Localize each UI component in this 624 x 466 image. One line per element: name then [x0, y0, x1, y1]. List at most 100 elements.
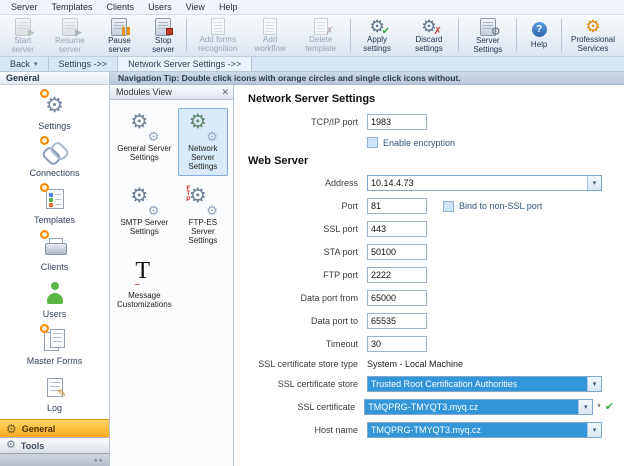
- address-combobox[interactable]: 10.14.4.73 ▾: [367, 175, 602, 191]
- sidebar-footer-general[interactable]: ⚙ General: [0, 419, 109, 437]
- address-field: Address 10.14.4.73 ▾: [248, 175, 614, 191]
- chevron-down-icon[interactable]: ▾: [587, 377, 601, 391]
- sidebar-item-users[interactable]: Users: [0, 275, 109, 322]
- navigation-tip-text: Navigation Tip: Double click icons with …: [118, 73, 461, 83]
- menu-server[interactable]: Server: [4, 1, 45, 13]
- sidebar-item-settings[interactable]: ⚙ Settings: [0, 87, 109, 134]
- red-underline-icon: ~: [134, 281, 140, 291]
- toolbar-button-label: Stop server: [146, 37, 181, 55]
- sidebar-item-label: Users: [43, 309, 67, 319]
- data-port-to-input[interactable]: [367, 313, 427, 329]
- gears-icon: [127, 112, 161, 142]
- module-item-label: Network Server Settings: [180, 144, 226, 172]
- ssl-cert-store-combobox[interactable]: Trusted Root Certification Authorities ▾: [367, 376, 602, 392]
- toolbar-button-label: Server Settings: [464, 37, 511, 55]
- page-title: Network Server Settings: [248, 93, 614, 105]
- close-icon[interactable]: ✕: [221, 88, 229, 97]
- back-button[interactable]: Back ▾: [0, 57, 49, 71]
- menu-templates[interactable]: Templates: [45, 1, 100, 13]
- timeout-input[interactable]: [367, 336, 427, 352]
- ftp-port-field: FTP port: [248, 267, 614, 283]
- tcp-port-input[interactable]: [367, 114, 427, 130]
- ssl-certificate-combobox[interactable]: TMQPRG-TMYQT3.myq.cz ▾: [364, 399, 593, 415]
- menu-users[interactable]: Users: [141, 1, 179, 13]
- port-label: Port: [248, 201, 358, 211]
- ftp-port-input[interactable]: [367, 267, 427, 283]
- list-document-icon: [39, 185, 71, 213]
- back-button-label: Back: [10, 59, 30, 69]
- ssl-store-type-value: System - Local Machine: [367, 359, 463, 369]
- add-forms-recognition-icon: [206, 18, 230, 35]
- menu-help[interactable]: Help: [212, 1, 245, 13]
- ssl-certificate-value: TMQPRG-TMYQT3.myq.cz: [365, 400, 578, 414]
- address-value: 10.14.4.73: [368, 176, 587, 190]
- server-settings-button[interactable]: ⚙ Server Settings: [461, 16, 514, 55]
- sidebar-item-templates[interactable]: Templates: [0, 181, 109, 228]
- toolbar-separator: [350, 19, 351, 52]
- add-workflow-icon: [258, 18, 282, 35]
- sidebar-item-clients[interactable]: Clients: [0, 228, 109, 275]
- bind-non-ssl-checkbox[interactable]: [443, 201, 454, 212]
- sidebar-header: General: [0, 72, 110, 85]
- resume-server-icon: ▶: [58, 18, 82, 36]
- chevron-down-icon[interactable]: ▾: [587, 423, 601, 437]
- toolbar-button-label: Delete template: [297, 36, 345, 54]
- settings-form: Network Server Settings TCP/IP port Enab…: [234, 85, 624, 466]
- pause-server-button[interactable]: Pause server: [96, 16, 143, 55]
- menu-clients[interactable]: Clients: [100, 1, 142, 13]
- ftp-gears-icon: FTP: [186, 186, 220, 216]
- breadcrumb: Back ▾ Settings ->> Network Server Setti…: [0, 57, 624, 72]
- ftp-port-label: FTP port: [248, 270, 358, 280]
- delete-template-button: ✗ Delete template: [294, 16, 348, 55]
- module-general-server-settings[interactable]: General Server Settings: [115, 108, 174, 176]
- sta-port-input[interactable]: [367, 244, 427, 260]
- enable-encryption-checkbox[interactable]: [367, 137, 378, 148]
- discard-settings-button[interactable]: ⚙✗ Discard settings: [401, 16, 456, 55]
- module-item-label: FTP-ES Server Settings: [180, 218, 226, 246]
- timeout-label: Timeout: [248, 339, 358, 349]
- menu-bar: Server Templates Clients Users View Help: [0, 0, 624, 15]
- menu-view[interactable]: View: [179, 1, 212, 13]
- host-name-label: Host name: [248, 425, 358, 435]
- orange-circle-badge: [40, 324, 49, 333]
- tip-row: General Navigation Tip: Double click ico…: [0, 72, 624, 85]
- delete-template-icon: ✗: [309, 18, 333, 35]
- sidebar-collapse-strip[interactable]: ••: [0, 453, 109, 466]
- breadcrumb-settings[interactable]: Settings ->>: [49, 57, 119, 71]
- sta-port-label: STA port: [248, 247, 358, 257]
- host-name-combobox[interactable]: TMQPRG-TMYQT3.myq.cz ▾: [367, 422, 602, 438]
- ssl-certificate-label: SSL certificate: [248, 402, 355, 412]
- modules-panel-header: Modules View ✕: [110, 85, 233, 100]
- person-icon: [39, 279, 71, 307]
- stop-server-button[interactable]: Stop server: [143, 16, 184, 55]
- port-input[interactable]: [367, 198, 427, 214]
- chevron-down-icon[interactable]: ▾: [578, 400, 592, 414]
- sidebar-item-connections[interactable]: Connections: [0, 134, 109, 181]
- toolbar-button-label: Add workflow: [250, 36, 291, 54]
- data-port-to-label: Data port to: [248, 316, 358, 326]
- ssl-port-input[interactable]: [367, 221, 427, 237]
- letter-t-icon: T~: [127, 259, 161, 289]
- data-port-from-input[interactable]: [367, 290, 427, 306]
- breadcrumb-current[interactable]: Network Server Settings ->>: [118, 57, 252, 71]
- sidebar-footer-tools-label: Tools: [21, 441, 44, 451]
- module-smtp-server-settings[interactable]: SMTP Server Settings: [115, 182, 174, 250]
- ssl-certificate-field: SSL certificate TMQPRG-TMYQT3.myq.cz ▾ *…: [248, 399, 614, 415]
- module-ftp-es-server-settings[interactable]: FTP FTP-ES Server Settings: [178, 182, 228, 250]
- tcp-port-label: TCP/IP port: [248, 117, 358, 127]
- sidebar-item-master-forms[interactable]: Master Forms: [0, 322, 109, 369]
- pencil-icon: ✎: [57, 387, 66, 400]
- sidebar-footer-tools[interactable]: ⚙ Tools: [0, 437, 109, 453]
- toolbar-button-label: Add forms recognition: [192, 36, 244, 54]
- ssl-cert-store-label: SSL certificate store: [248, 379, 358, 389]
- apply-settings-button[interactable]: ⚙✔ Apply settings: [353, 16, 402, 55]
- sidebar-item-log[interactable]: ✎ Log: [0, 369, 109, 416]
- help-button[interactable]: ? Help: [519, 16, 559, 55]
- module-network-server-settings[interactable]: Network Server Settings: [178, 108, 228, 176]
- discard-settings-icon: ⚙✗: [417, 18, 441, 35]
- chevron-down-icon[interactable]: ▾: [587, 176, 601, 190]
- ssl-port-label: SSL port: [248, 224, 358, 234]
- professional-services-button[interactable]: ⚙ Professional Services: [564, 16, 622, 55]
- toolbar-button-label: Resume server: [47, 37, 94, 55]
- module-message-customizations[interactable]: T~ Message Customizations: [115, 255, 174, 313]
